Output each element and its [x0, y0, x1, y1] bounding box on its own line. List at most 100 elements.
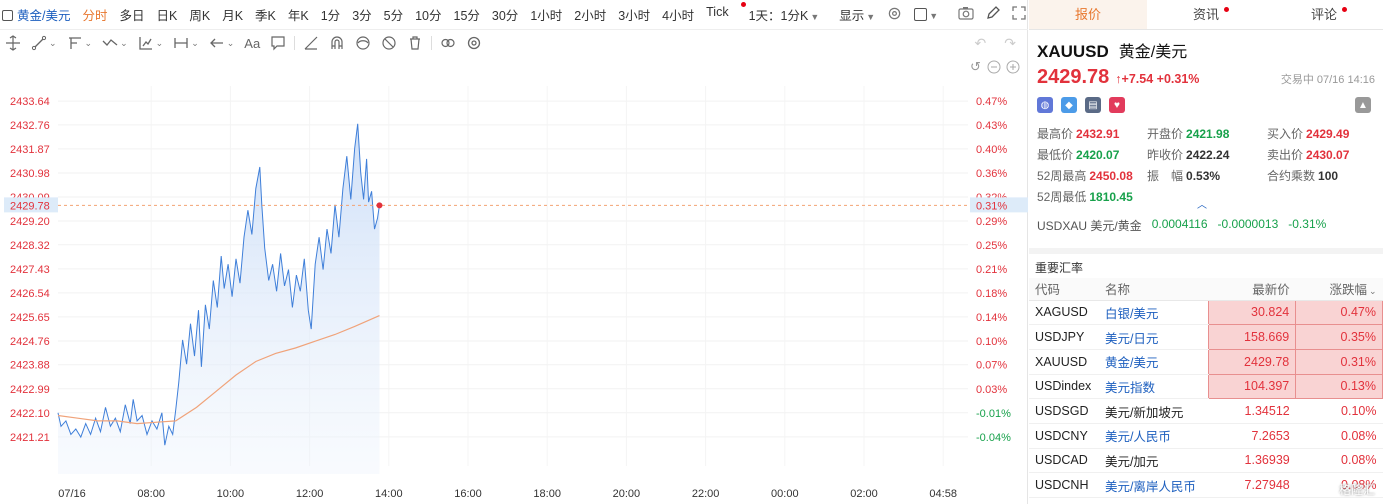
col-code[interactable]: 代码	[1029, 278, 1099, 301]
rate-name: 美元指数	[1098, 374, 1209, 400]
col-price[interactable]: 最新价	[1208, 278, 1296, 301]
table-row[interactable]: USDCNY 美元/人民币 7.2653 0.08%	[1029, 423, 1383, 449]
layout-icon[interactable]	[0, 8, 13, 22]
x-tick-label: 08:00	[137, 488, 165, 500]
rate-price: 7.27948	[1208, 472, 1296, 498]
y-axis-left: 2433.642432.762431.872430.982430.092429.…	[10, 96, 50, 444]
col-pct-label: 涨跌幅	[1329, 283, 1367, 298]
rate-pct: 0.31%	[1295, 348, 1383, 375]
table-row[interactable]: USDJPY 美元/日元 158.669 0.35%	[1029, 324, 1383, 350]
y-right-tick-label: 0.29%	[976, 216, 1007, 228]
tag-icon[interactable]: ◆	[1061, 97, 1077, 113]
period-tab[interactable]: 1分	[315, 5, 346, 24]
kline-combo[interactable]: 1天：1分K ▼	[740, 2, 826, 24]
quote-stats: 最高价 2432.91 开盘价 2421.98 买入价 2429.49 最低价 2420.07…	[1029, 125, 1383, 205]
camera-icon[interactable]	[952, 6, 980, 23]
usdxau-label: USDXAU 美元/黄金	[1037, 219, 1142, 233]
rate-price: 104.397	[1208, 373, 1297, 400]
y-axis-right: 0.47%0.43%0.40%0.36%0.32%0.29%0.25%0.21%…	[976, 96, 1011, 444]
period-tab[interactable]: 1小时	[524, 5, 568, 24]
stat-label: 最低价	[1037, 148, 1074, 162]
text-tool-icon[interactable]: Aa	[239, 36, 265, 51]
measure-tool-icon[interactable]: ⌄	[168, 35, 204, 51]
undo-icon[interactable]: ↶	[975, 35, 987, 52]
period-tab[interactable]: 30分	[486, 5, 524, 24]
favorite-heart-icon[interactable]: ♥	[1109, 97, 1125, 113]
magnet-icon[interactable]	[324, 35, 350, 51]
col-name[interactable]: 名称	[1098, 278, 1209, 301]
y-right-tick-label: 0.03%	[976, 384, 1007, 396]
period-tab[interactable]: 4小时	[656, 5, 700, 24]
checkbox-icon[interactable]: ▼	[908, 7, 944, 22]
symbol-name[interactable]: 黄金/美元	[13, 5, 76, 24]
polyline-tool-icon[interactable]: ⌄	[62, 35, 98, 51]
settings-icon[interactable]	[881, 6, 908, 24]
x-axis: 07/16 08:00 10:00 12:00 14:00 16:00 18:00 20:00…	[58, 488, 957, 500]
table-row[interactable]: USDCAD 美元/加元 1.36939 0.08%	[1029, 448, 1383, 474]
trend-tool-icon[interactable]: ⌄	[97, 35, 133, 51]
trash-icon[interactable]	[402, 35, 428, 51]
period-tab[interactable]: 3分	[346, 5, 377, 24]
x-tick-label: 14:00	[375, 488, 403, 500]
rates-table: 代码 名称 最新价 涨跌幅 ⌄ XAGUSD 白银/美元 30.824 0.47% USD…	[1029, 278, 1383, 498]
quote-header: XAUUSD 黄金/美元 2429.78 ↑+7.54 +0.31% 交易中 0…	[1029, 30, 1383, 113]
period-tab[interactable]: 周K	[183, 5, 216, 24]
period-tab[interactable]: 分时	[76, 5, 113, 24]
usdxau-row[interactable]: USDXAU 美元/黄金 0.0004116 -0.0000013 -0.31%	[1037, 217, 1326, 234]
period-tab[interactable]: 10分	[409, 5, 447, 24]
period-tab[interactable]: Tick	[700, 5, 734, 24]
reset-icon[interactable]: ↺	[970, 59, 981, 74]
table-row[interactable]: USDSGD 美元/新加坡元 1.34512 0.10%	[1029, 398, 1383, 424]
rate-price: 7.2653	[1208, 423, 1296, 449]
redo-icon[interactable]: ↷	[1004, 35, 1016, 52]
link-icon[interactable]	[435, 35, 461, 51]
table-row[interactable]: USDindex 美元指数 104.397 0.13%	[1029, 373, 1383, 400]
period-tab[interactable]: 日K	[151, 5, 184, 24]
period-tab[interactable]: 15分	[448, 5, 486, 24]
y-right-tick-label: -0.01%	[976, 408, 1011, 420]
display-menu[interactable]: 显示 ▼	[833, 5, 881, 24]
rates-header-row: 代码 名称 最新价 涨跌幅 ⌄	[1029, 278, 1383, 301]
fib-tool-icon[interactable]: ⌄	[133, 35, 169, 51]
table-row[interactable]: XAGUSD 白银/美元 30.824 0.47%	[1029, 299, 1383, 326]
period-tab[interactable]: 年K	[282, 5, 315, 24]
y-tick-label: 2433.64	[10, 96, 50, 108]
stat-value: 2430.07	[1306, 148, 1350, 162]
x-tick-label: 02:00	[850, 488, 878, 500]
period-tab[interactable]: 5分	[378, 5, 409, 24]
tab-news[interactable]: 资讯	[1147, 0, 1265, 29]
comment-tool-icon[interactable]	[265, 35, 291, 51]
stat-label: 卖出价	[1267, 148, 1304, 162]
tab-quote[interactable]: 报价	[1029, 0, 1147, 29]
rate-name: 美元/加元	[1098, 448, 1209, 474]
bell-icon[interactable]: ▲	[1355, 97, 1371, 113]
pencil-icon[interactable]	[980, 6, 1006, 23]
x-tick-label: 07/16	[58, 488, 86, 500]
collapse-icon[interactable]: ︿	[1197, 196, 1207, 211]
arrow-tool-icon[interactable]: ⌄	[204, 35, 240, 51]
chevron-down-icon: ▼	[810, 12, 820, 22]
period-tab[interactable]: 3小时	[612, 5, 656, 24]
col-pct[interactable]: 涨跌幅 ⌄	[1295, 278, 1383, 301]
tab-comments[interactable]: 评论	[1265, 0, 1383, 29]
globe-icon[interactable]: ◍	[1037, 97, 1053, 113]
chevron-down-icon: ⌄	[120, 37, 128, 48]
period-tab[interactable]: 季K	[249, 5, 282, 24]
x-tick-label: 00:00	[771, 488, 799, 500]
period-tab[interactable]: 多日	[114, 5, 151, 24]
document-icon[interactable]: ▤	[1085, 97, 1101, 113]
price-chart[interactable]: 2433.642432.762431.872430.982430.092429.…	[0, 56, 1028, 504]
period-tab[interactable]: 月K	[216, 5, 249, 24]
hide-icon[interactable]	[376, 35, 402, 51]
stat-label: 昨收价	[1147, 148, 1184, 162]
ruler-tool-icon[interactable]	[298, 35, 324, 51]
quote-title: XAUUSD 黄金/美元	[1037, 38, 1375, 62]
table-row[interactable]: USDCNH 美元/离岸人民币 7.27948 0.08%	[1029, 472, 1383, 498]
eye-icon[interactable]	[350, 35, 376, 51]
table-row[interactable]: XAUUSD 黄金/美元 2429.78 0.31%	[1029, 348, 1383, 375]
crosshair-icon[interactable]	[0, 35, 26, 51]
rate-pct: 0.35%	[1295, 324, 1383, 350]
draw-settings-icon[interactable]	[461, 35, 487, 51]
period-tab[interactable]: 2小时	[568, 5, 612, 24]
line-tool-icon[interactable]: ⌄	[26, 35, 62, 51]
